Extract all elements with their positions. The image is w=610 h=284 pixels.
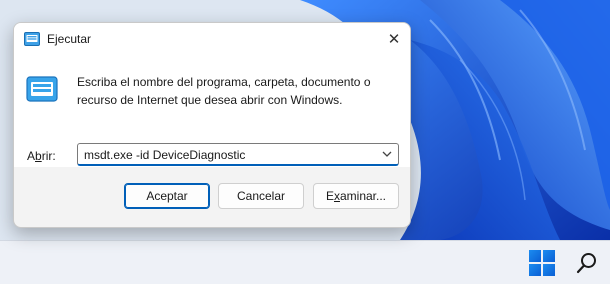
open-label: Abrir: [27, 149, 56, 163]
start-button[interactable] [529, 250, 555, 276]
open-input[interactable] [78, 144, 374, 165]
dialog-message: Escriba el nombre del programa, carpeta,… [77, 75, 371, 107]
search-icon [576, 253, 596, 274]
run-icon [24, 32, 40, 46]
dialog-title: Ejecutar [47, 32, 92, 46]
browse-button[interactable]: Ex aminar... [313, 183, 399, 209]
chevron-down-icon[interactable] [381, 149, 393, 159]
close-icon: ✕ [387, 31, 401, 48]
taskbar-search-button[interactable] [575, 251, 599, 275]
close-button[interactable]: ✕ [378, 23, 410, 55]
cancel-button[interactable]: Cancelar [218, 183, 304, 209]
title-bar[interactable]: Ejecutar ✕ [14, 23, 410, 55]
taskbar [0, 240, 610, 284]
dialog-content: Escriba el nombre del programa, carpeta,… [14, 55, 410, 167]
open-combobox[interactable] [77, 143, 399, 166]
run-program-icon [26, 76, 58, 102]
start-icon [529, 250, 541, 262]
ok-button[interactable]: Aceptar [124, 183, 210, 209]
run-dialog: Ejecutar ✕ Escriba el nombre del program… [13, 22, 411, 228]
